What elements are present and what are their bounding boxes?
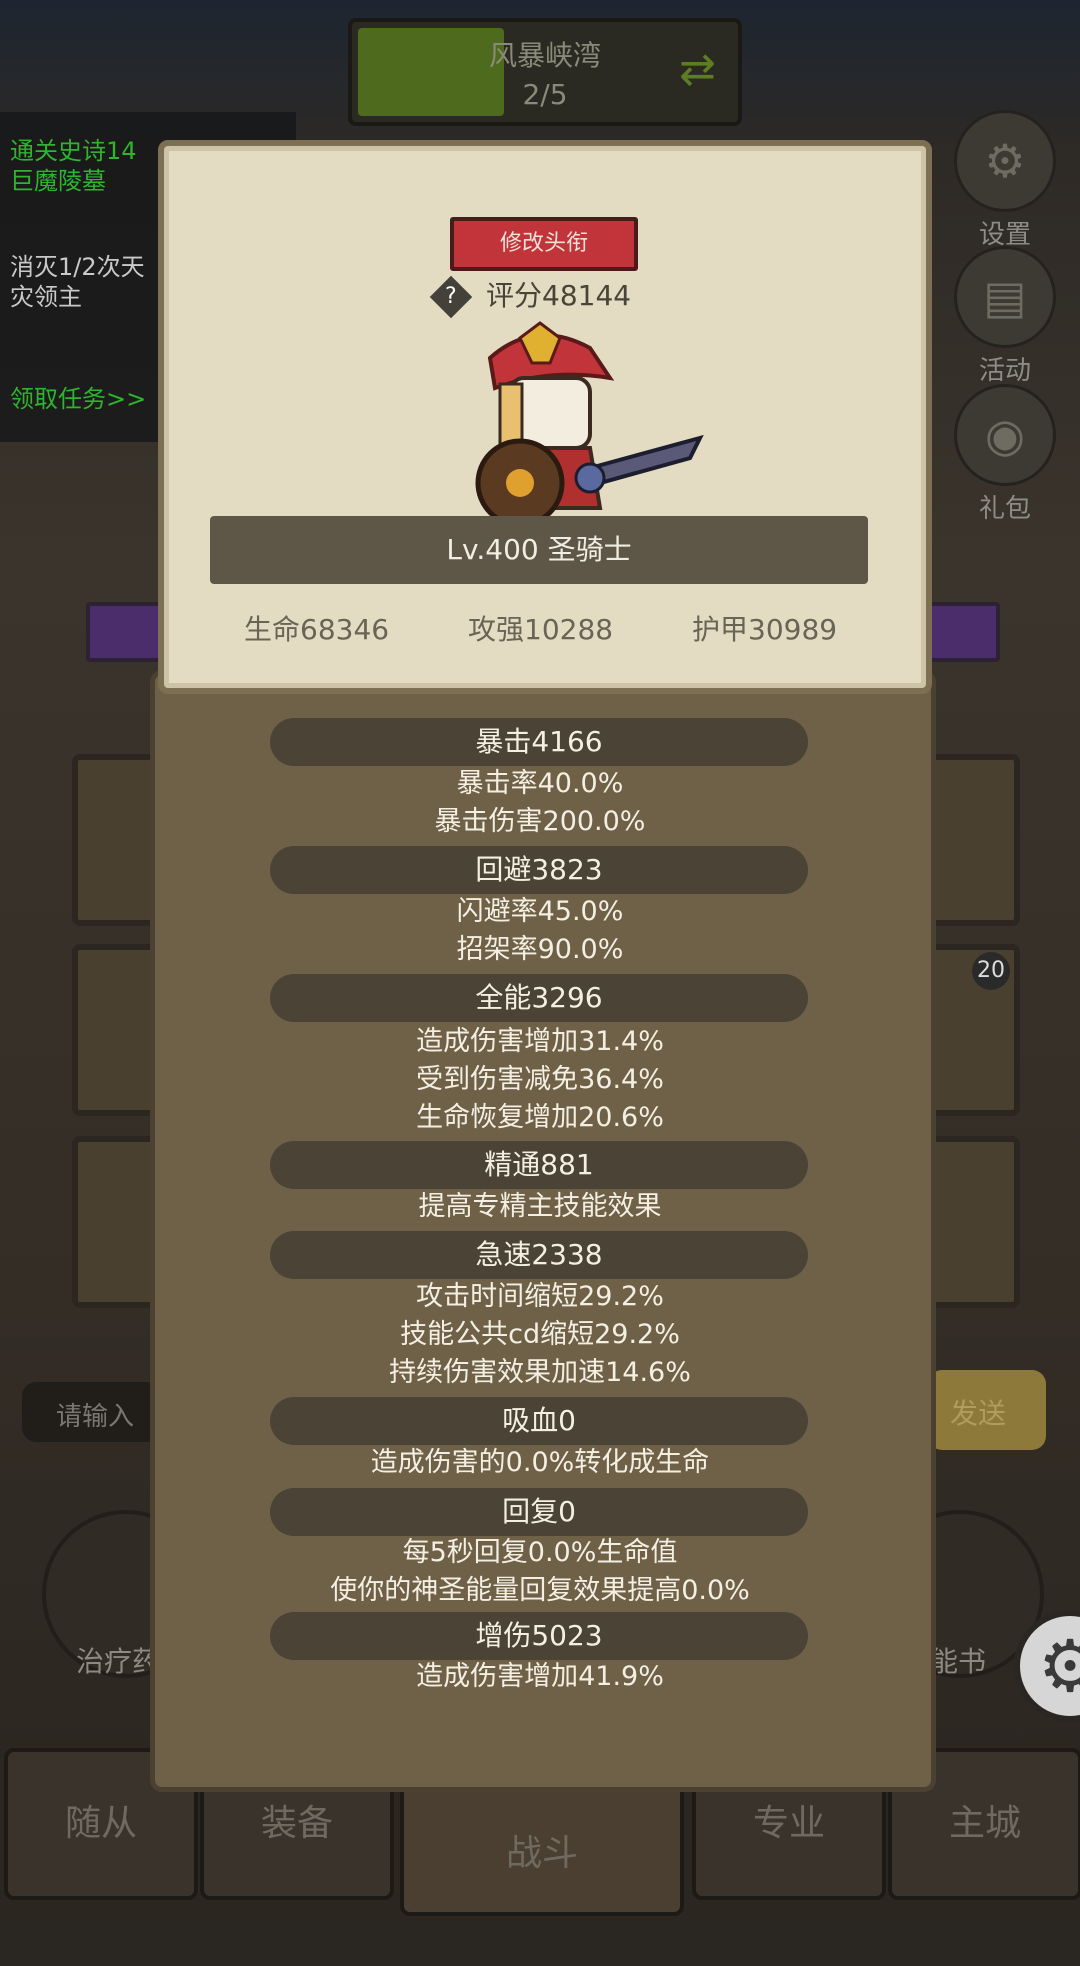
section-title: 增伤5023 (270, 1612, 808, 1660)
hero-avatar (475, 321, 704, 528)
section-line: 暴击伤害200.0% (434, 806, 646, 837)
quest-text: 巨魔陵墓 (10, 167, 106, 195)
section-line: 造成伤害增加31.4% (416, 1026, 664, 1057)
level-class-bar: Lv.400 圣骑士 (210, 516, 868, 584)
activity-label: 活动 (978, 356, 1031, 386)
stat-armor: 护甲30989 (692, 613, 838, 646)
tile-badge: 20 (972, 952, 1010, 990)
quest-text: 消灭1/2次天 (10, 253, 145, 281)
section-line: 受到伤害减免36.4% (416, 1064, 664, 1095)
section-line: 攻击时间缩短29.2% (416, 1281, 664, 1312)
scroll-icon: ▤ (954, 246, 1056, 348)
activity-button[interactable]: ▤ 活动 (950, 246, 1060, 387)
section-line: 造成伤害的0.0%转化成生命 (370, 1447, 710, 1478)
edit-title-button[interactable]: 修改头衔 (450, 217, 638, 271)
send-button[interactable]: 发送 (928, 1370, 1046, 1450)
book-label: 能书 (930, 1645, 987, 1678)
quest-item-1[interactable]: 通关史诗14 巨魔陵墓 (10, 136, 137, 196)
section-line: 招架率90.0% (456, 934, 624, 965)
section-title: 精通881 (270, 1141, 808, 1189)
section-title: 暴击4166 (270, 718, 808, 766)
section-line: 提高专精主技能效果 (418, 1191, 662, 1222)
section-title: 全能3296 (270, 974, 808, 1022)
help-icon[interactable]: ? (429, 275, 473, 319)
accept-quest-link[interactable]: 领取任务>> (10, 384, 146, 414)
chat-input[interactable]: 请输入 (22, 1382, 162, 1442)
score-text: 评分48144 (486, 279, 632, 312)
gift-icon: ◉ (954, 384, 1056, 486)
section-title: 回避3823 (270, 846, 808, 894)
section-line: 持续伤害效果加速14.6% (389, 1357, 691, 1388)
gear-icon: ⚙ (954, 110, 1056, 212)
stat-hp: 生命68346 (244, 613, 390, 646)
section-line: 暴击率40.0% (456, 768, 624, 799)
section-title: 回复0 (270, 1488, 808, 1536)
section-line: 造成伤害增加41.9% (416, 1661, 664, 1692)
stage-progress-bar[interactable]: 风暴峡湾 2/5 ⇄ (348, 18, 742, 126)
quest-text: 通关史诗14 (10, 137, 137, 165)
section-line: 闪避率45.0% (456, 896, 624, 927)
section-title: 吸血0 (270, 1397, 808, 1445)
stat-attack: 攻强10288 (468, 613, 614, 646)
switch-icon[interactable]: ⇄ (679, 44, 716, 95)
gift-label: 礼包 (978, 494, 1031, 524)
score-row: ? 评分48144 (429, 275, 676, 319)
section-line: 每5秒回复0.0%生命值 (402, 1537, 678, 1568)
section-line: 生命恢复增加20.6% (416, 1102, 664, 1133)
settings-button[interactable]: ⚙ 设置 (950, 110, 1060, 251)
quest-text: 灾领主 (10, 283, 82, 311)
quest-item-2[interactable]: 消灭1/2次天 灾领主 (10, 252, 145, 312)
section-line: 使你的神圣能量回复效果提高0.0% (330, 1575, 750, 1606)
section-title: 急速2338 (270, 1231, 808, 1279)
section-line: 技能公共cd缩短29.2% (400, 1319, 680, 1350)
gift-button[interactable]: ◉ 礼包 (950, 384, 1060, 525)
